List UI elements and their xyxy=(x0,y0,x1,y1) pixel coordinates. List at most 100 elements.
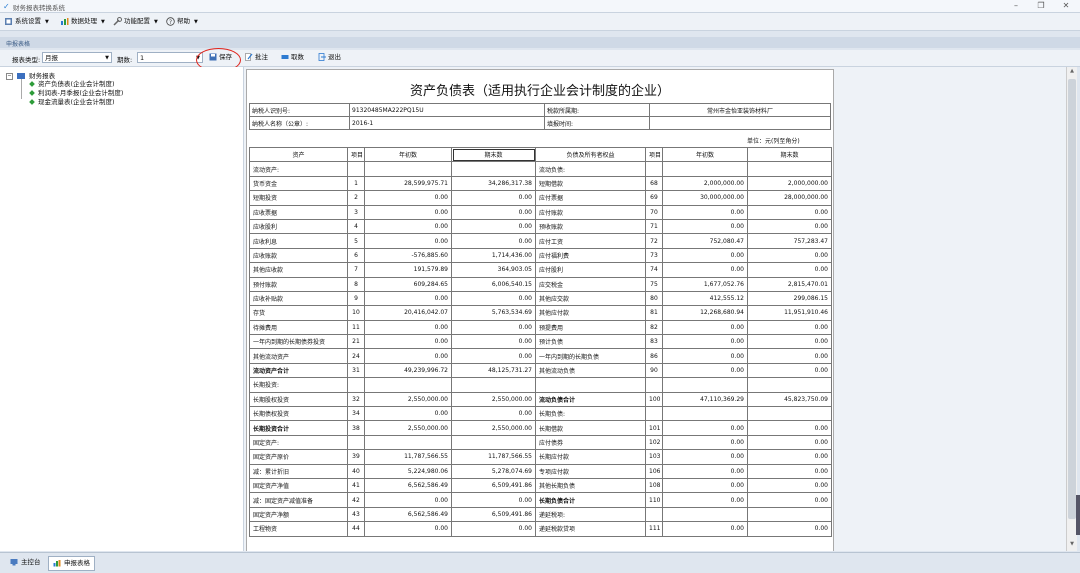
value-cell[interactable] xyxy=(747,161,832,177)
value-cell[interactable] xyxy=(662,506,748,523)
value-cell[interactable]: 0.00 xyxy=(364,204,452,220)
value-cell[interactable]: 191,579.89 xyxy=(364,262,452,278)
value-cell[interactable]: 34,286,317.38 xyxy=(451,175,536,192)
period-select[interactable]: 1 ▼ xyxy=(137,52,203,63)
fill-date-field[interactable] xyxy=(649,116,831,130)
value-cell[interactable]: 0.00 xyxy=(662,204,748,220)
value-cell[interactable]: 6,509,491.86 xyxy=(451,477,536,494)
value-cell[interactable]: 0.00 xyxy=(747,492,832,508)
value-cell[interactable]: 0.00 xyxy=(364,406,452,422)
side-panel-handle[interactable] xyxy=(1076,495,1080,535)
value-cell[interactable]: 0.00 xyxy=(364,492,452,508)
vertical-scrollbar[interactable]: ▲ ▼ xyxy=(1066,67,1077,551)
value-cell[interactable]: 5,763,534.69 xyxy=(451,305,536,321)
value-cell[interactable]: 0.00 xyxy=(451,319,536,336)
value-cell[interactable]: 412,555.12 xyxy=(662,290,748,307)
value-cell[interactable]: 20,416,042.07 xyxy=(364,305,452,321)
value-cell[interactable] xyxy=(451,434,536,451)
value-cell[interactable]: 0.00 xyxy=(451,492,536,508)
value-cell[interactable]: 6,562,586.49 xyxy=(364,506,452,523)
tab-home-console[interactable]: 主控台 xyxy=(6,556,45,569)
exit-button[interactable]: 退出 xyxy=(318,52,341,63)
value-cell[interactable] xyxy=(364,377,452,393)
collapse-icon[interactable]: − xyxy=(6,72,13,80)
value-cell[interactable]: 0.00 xyxy=(747,521,832,537)
value-cell[interactable]: 5,278,074.69 xyxy=(451,463,536,479)
value-cell[interactable] xyxy=(451,161,536,177)
value-cell[interactable]: 0.00 xyxy=(662,319,748,336)
value-cell[interactable]: 0.00 xyxy=(364,521,452,537)
annotate-button[interactable]: 批注 xyxy=(245,52,268,63)
value-cell[interactable]: 2,815,470.01 xyxy=(747,276,832,292)
value-cell[interactable]: 0.00 xyxy=(451,204,536,220)
value-cell[interactable] xyxy=(662,406,748,422)
value-cell[interactable]: 0.00 xyxy=(747,334,832,350)
minimize-icon[interactable]: – xyxy=(1005,0,1027,12)
value-cell[interactable]: 299,086.15 xyxy=(747,290,832,307)
menu-data-processing[interactable]: 数据处理 ▼ xyxy=(60,16,105,27)
value-cell[interactable]: 2,000,000.00 xyxy=(662,175,748,192)
restore-icon[interactable]: ❐ xyxy=(1030,0,1052,12)
tab-report-forms-bottom[interactable]: 申报表格 xyxy=(48,556,95,571)
value-cell[interactable]: 0.00 xyxy=(451,218,536,235)
value-cell[interactable]: 48,125,731.27 xyxy=(451,362,536,379)
value-cell[interactable]: 0.00 xyxy=(662,492,748,508)
value-cell[interactable]: 0.00 xyxy=(662,521,748,537)
value-cell[interactable]: 0.00 xyxy=(662,434,748,451)
report-type-select[interactable]: 月报 ▼ xyxy=(42,52,112,63)
taxpayer-name-field[interactable]: 2016-1 xyxy=(349,116,545,130)
value-cell[interactable]: 1,677,052.76 xyxy=(662,276,748,292)
value-cell[interactable]: 0.00 xyxy=(451,334,536,350)
value-cell[interactable]: 30,000,000.00 xyxy=(662,190,748,206)
value-cell[interactable]: 2,550,000.00 xyxy=(364,420,452,436)
value-cell[interactable]: 0.00 xyxy=(747,247,832,264)
value-cell[interactable]: 11,787,566.55 xyxy=(451,449,536,465)
value-cell[interactable]: 0.00 xyxy=(747,348,832,364)
value-cell[interactable]: 2,000,000.00 xyxy=(747,175,832,192)
scroll-down-icon[interactable]: ▼ xyxy=(1067,541,1077,547)
menu-system-settings[interactable]: 系统设置 ▼ xyxy=(4,16,49,27)
value-cell[interactable]: 6,006,540.15 xyxy=(451,276,536,292)
menu-feature-config[interactable]: 功能配置 ▼ xyxy=(113,16,158,27)
value-cell[interactable]: 0.00 xyxy=(662,218,748,235)
value-cell[interactable]: 0.00 xyxy=(747,319,832,336)
close-icon[interactable]: ✕ xyxy=(1055,0,1077,12)
value-cell[interactable]: 364,903.05 xyxy=(451,262,536,278)
value-cell[interactable]: -576,885.60 xyxy=(364,247,452,264)
value-cell[interactable]: 12,268,680.94 xyxy=(662,305,748,321)
value-cell[interactable]: 0.00 xyxy=(747,420,832,436)
value-cell[interactable]: 0.00 xyxy=(662,463,748,479)
value-cell[interactable]: 28,000,000.00 xyxy=(747,190,832,206)
value-cell[interactable]: 0.00 xyxy=(662,262,748,278)
value-cell[interactable]: 0.00 xyxy=(662,247,748,264)
value-cell[interactable]: 0.00 xyxy=(747,477,832,494)
value-cell[interactable]: 28,599,975.71 xyxy=(364,175,452,192)
value-cell[interactable] xyxy=(364,434,452,451)
value-cell[interactable]: 0.00 xyxy=(662,348,748,364)
value-cell[interactable]: 2,550,000.00 xyxy=(451,391,536,408)
value-cell[interactable]: 49,239,996.72 xyxy=(364,362,452,379)
value-cell[interactable]: 752,080.47 xyxy=(662,233,748,249)
value-cell[interactable] xyxy=(364,161,452,177)
value-cell[interactable]: 0.00 xyxy=(364,218,452,235)
value-cell[interactable]: 609,284.65 xyxy=(364,276,452,292)
value-cell[interactable]: 0.00 xyxy=(364,348,452,364)
tax-period-field[interactable]: 常州市金怡亚装饰材料厂 xyxy=(649,103,831,117)
value-cell[interactable]: 0.00 xyxy=(451,233,536,249)
value-cell[interactable]: 11,787,566.55 xyxy=(364,449,452,465)
value-cell[interactable]: 2,550,000.00 xyxy=(451,420,536,436)
scroll-up-icon[interactable]: ▲ xyxy=(1067,68,1077,74)
value-cell[interactable]: 0.00 xyxy=(364,190,452,206)
tab-report-forms[interactable]: 申报表格 xyxy=(6,39,30,48)
value-cell[interactable]: 0.00 xyxy=(747,204,832,220)
tree-item-cash-flow[interactable]: 现金流量表(企业会计制度) xyxy=(29,96,115,106)
value-cell[interactable]: 757,283.47 xyxy=(747,233,832,249)
value-cell[interactable]: 0.00 xyxy=(451,406,536,422)
value-cell[interactable]: 11,951,910.46 xyxy=(747,305,832,321)
value-cell[interactable]: 0.00 xyxy=(662,334,748,350)
value-cell[interactable]: 0.00 xyxy=(364,233,452,249)
value-cell[interactable] xyxy=(662,377,748,393)
value-cell[interactable]: 0.00 xyxy=(747,449,832,465)
value-cell[interactable]: 5,224,980.06 xyxy=(364,463,452,479)
fetch-data-button[interactable]: 取数 xyxy=(281,52,304,63)
